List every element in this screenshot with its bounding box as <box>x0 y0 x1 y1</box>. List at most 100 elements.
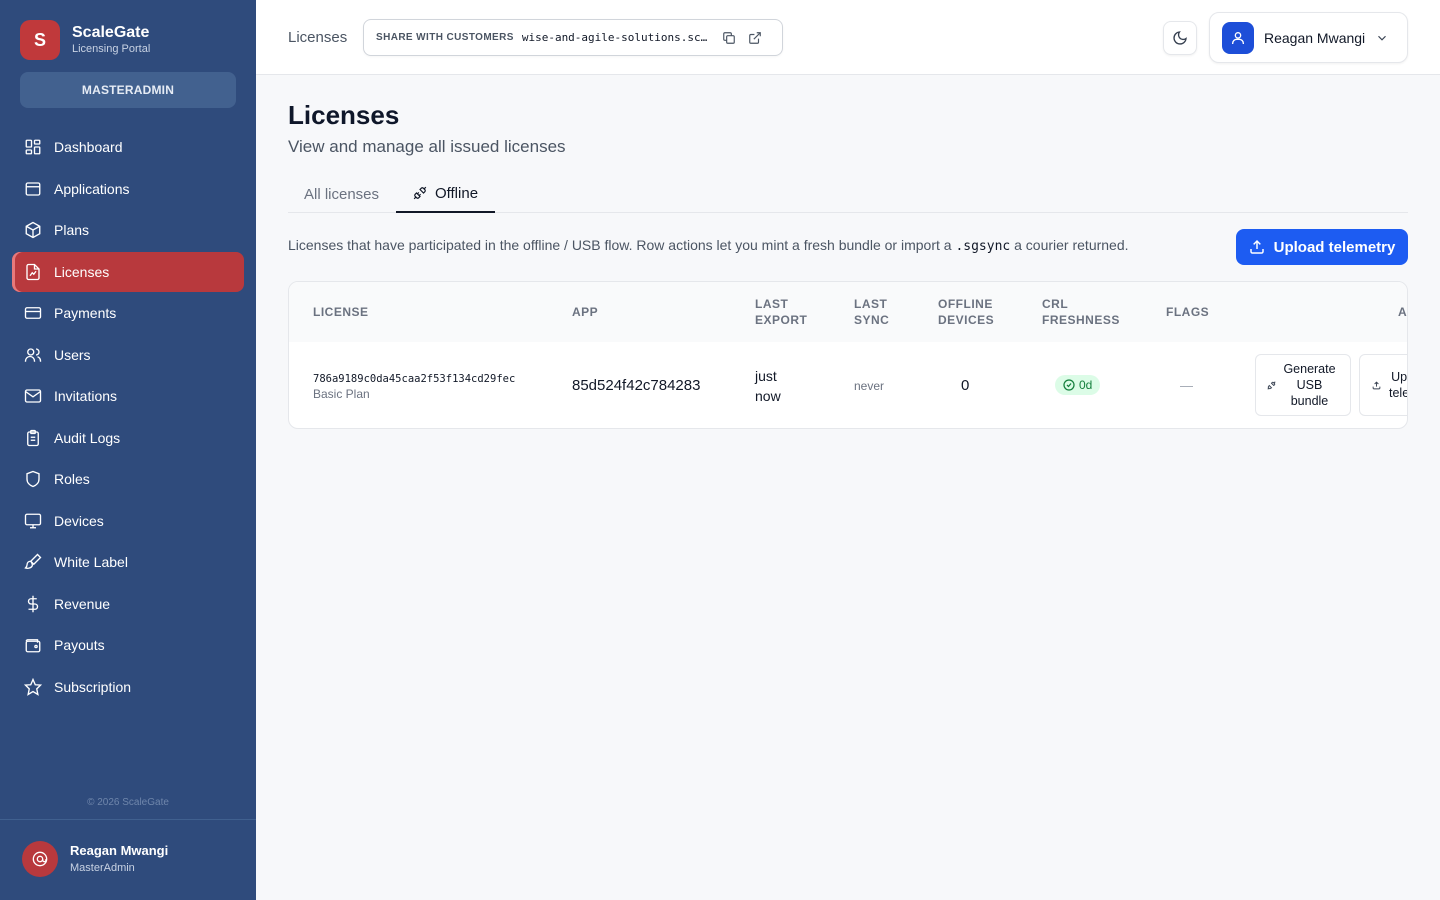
user-menu-button[interactable]: Reagan Mwangi <box>1209 12 1408 63</box>
sidebar-item-plans[interactable]: Plans <box>12 210 244 250</box>
col-flags[interactable]: FLAGS <box>1166 304 1209 320</box>
external-link-icon <box>748 31 761 44</box>
sidebar-item-dashboard[interactable]: Dashboard <box>12 127 244 167</box>
page-subtitle: View and manage all issued licenses <box>288 137 566 156</box>
upload-telemetry-row-button[interactable]: Up tele <box>1359 354 1408 416</box>
brand-logo: S <box>20 20 60 60</box>
box-icon <box>25 221 41 239</box>
moon-icon <box>1173 31 1187 45</box>
offline-devices: 0 <box>961 377 970 394</box>
sidebar-divider <box>0 819 256 820</box>
sidebar-item-audit-logs[interactable]: Audit Logs <box>12 418 244 458</box>
avatar <box>1222 21 1254 54</box>
col-crl-freshness[interactable]: CRL FRESHNESS <box>1042 296 1120 328</box>
upload-telemetry-row-label: Up tele <box>1389 369 1408 401</box>
sidebar-item-payments[interactable]: Payments <box>12 293 244 333</box>
user-name: Reagan Mwangi <box>1264 29 1366 46</box>
last-sync: never <box>854 379 885 393</box>
offline-description: Licenses that have participated in the o… <box>288 237 1129 254</box>
sidebar-item-label: Devices <box>54 512 104 529</box>
sidebar-item-revenue[interactable]: Revenue <box>12 584 244 624</box>
tabs: All licenses Offline <box>288 175 1408 213</box>
at-sign-icon <box>32 851 48 867</box>
sidebar-item-label: Applications <box>54 180 130 197</box>
wallet-icon <box>25 639 41 653</box>
clipboard-icon <box>27 429 39 446</box>
license-icon <box>26 263 40 280</box>
sidebar-item-label: Payouts <box>54 637 105 653</box>
col-last-export-l2: EXPORT <box>755 313 808 327</box>
upload-row-label-l2: tele <box>1389 386 1408 400</box>
description-text: Licenses that have participated in the o… <box>288 237 956 253</box>
sidebar-item-invitations[interactable]: Invitations <box>12 376 244 416</box>
sidebar: S ScaleGate Licensing Portal MASTERADMIN… <box>0 0 256 900</box>
sidebar-user[interactable]: Reagan Mwangi MasterAdmin <box>22 841 168 877</box>
app-id: 85d524f42c784283 <box>572 377 701 394</box>
tab-label: Offline <box>434 184 479 202</box>
mail-icon <box>24 389 42 403</box>
page-title: Licenses <box>288 100 400 130</box>
upload-row-label-l1: Up <box>1391 370 1408 384</box>
role-badge: MASTERADMIN <box>20 72 236 108</box>
topbar: Licenses SHARE WITH CUSTOMERS wise-and-a… <box>256 0 1440 75</box>
dollar-icon <box>27 595 39 612</box>
brand-subtitle: Licensing Portal <box>72 43 151 55</box>
sidebar-item-subscription[interactable]: Subscription <box>12 667 244 707</box>
col-offline-devices-l2: DEVICES <box>938 313 995 327</box>
col-app[interactable]: APP <box>572 304 598 320</box>
sidebar-item-roles[interactable]: Roles <box>12 459 244 499</box>
unplug-icon <box>1266 380 1276 390</box>
sidebar-item-white-label[interactable]: White Label <box>12 542 244 582</box>
sidebar-item-label: Roles <box>54 471 90 487</box>
tab-all-licenses[interactable]: All licenses <box>304 175 379 213</box>
sidebar-item-label: Plans <box>54 222 90 238</box>
sidebar-item-devices[interactable]: Devices <box>12 501 244 541</box>
licenses-table: LICENSE APP LAST EXPORT LAST SYNC OFFLINE D… <box>288 281 1408 429</box>
upload-icon <box>1372 380 1381 389</box>
last-export: just now <box>755 368 781 404</box>
generate-usb-bundle-label: Generate USB bundle <box>1283 362 1336 408</box>
share-url[interactable]: wise-and-agile-solutions.scaleg <box>522 31 710 44</box>
open-external-button[interactable] <box>744 27 766 49</box>
col-offline-devices[interactable]: OFFLINE DEVICES <box>938 296 994 328</box>
sidebar-item-label: Payments <box>54 305 117 321</box>
brand[interactable]: S ScaleGate Licensing Portal <box>20 20 150 60</box>
col-last-export[interactable]: LAST EXPORT <box>755 296 807 328</box>
copy-icon <box>722 31 735 44</box>
brush-icon <box>24 553 42 569</box>
crl-freshness-badge: 0d <box>1055 375 1101 395</box>
sidebar-item-label: Invitations <box>54 388 118 404</box>
sidebar-user-role: MasterAdmin <box>70 862 135 874</box>
shield-icon <box>26 470 40 488</box>
sgsync-code: .sgsync <box>955 239 1011 254</box>
col-crl-l1: CRL <box>1042 297 1069 311</box>
col-actions[interactable]: A <box>1398 304 1407 320</box>
share-label: SHARE WITH CUSTOMERS <box>376 32 514 43</box>
sidebar-item-licenses[interactable]: Licenses <box>12 251 244 292</box>
sidebar-item-payouts[interactable]: Payouts <box>12 625 244 665</box>
crl-freshness-value: 0d <box>1079 378 1093 392</box>
upload-telemetry-button[interactable]: Upload telemetry <box>1236 229 1408 265</box>
copy-button[interactable] <box>718 27 740 49</box>
upload-telemetry-label: Upload telemetry <box>1273 238 1396 256</box>
applications-icon <box>25 181 41 196</box>
monitor-icon <box>24 513 42 528</box>
sidebar-item-applications[interactable]: Applications <box>12 169 244 209</box>
sidebar-user-name: Reagan Mwangi <box>70 843 169 858</box>
license-id[interactable]: 786a9189c0da45caa2f53f134cd29fec <box>313 373 515 385</box>
sidebar-item-users[interactable]: Users <box>12 335 244 375</box>
tab-offline[interactable]: Offline <box>396 175 495 213</box>
share-with-customers: SHARE WITH CUSTOMERS wise-and-agile-solu… <box>363 19 783 56</box>
col-crl-l2: FRESHNESS <box>1042 313 1120 327</box>
sidebar-item-label: Users <box>54 346 91 363</box>
license-cell: 786a9189c0da45caa2f53f134cd29fec Basic P… <box>313 373 515 401</box>
col-license[interactable]: LICENSE <box>313 304 369 320</box>
theme-toggle-button[interactable] <box>1163 21 1197 55</box>
copyright: © 2026 ScaleGate <box>87 797 169 808</box>
unplug-icon <box>413 186 427 200</box>
check-circle-icon <box>1063 379 1075 391</box>
chevron-down-icon <box>1378 35 1387 41</box>
col-last-sync[interactable]: LAST SYNC <box>854 296 889 328</box>
user-icon <box>1232 31 1244 44</box>
generate-usb-bundle-button[interactable]: Generate USB bundle <box>1255 354 1351 416</box>
